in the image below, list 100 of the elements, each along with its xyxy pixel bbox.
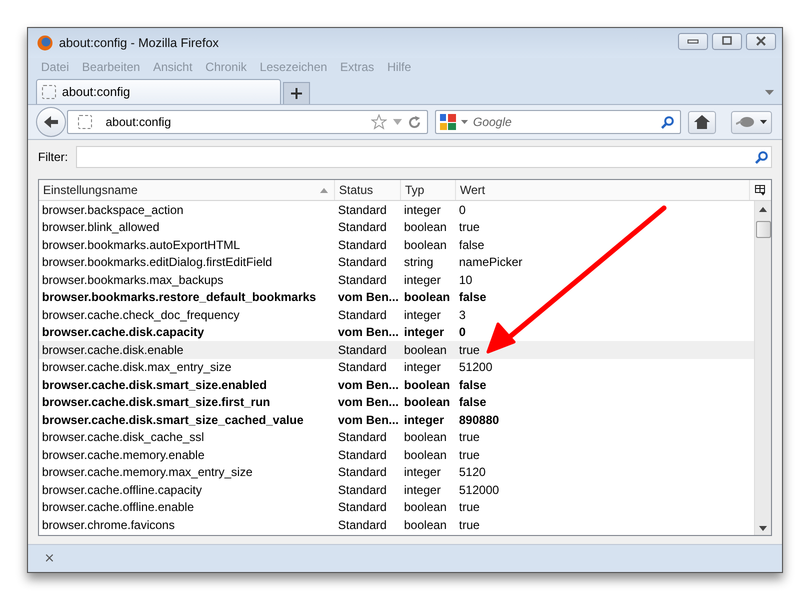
table-cell-text: true — [458, 430, 481, 444]
home-icon — [694, 115, 710, 129]
browser-tab[interactable]: about:config — [36, 79, 281, 104]
home-button[interactable] — [688, 110, 716, 134]
table-cell-text: browser.blink_allowed — [41, 220, 160, 234]
table-cell-text: integer — [403, 465, 442, 480]
maximize-button[interactable] — [712, 32, 742, 50]
table-row[interactable]: browser.cache.disk.max_entry_size Standard integer 51200 — [39, 358, 754, 376]
table-row[interactable]: browser.bookmarks.max_backups Standard integer 10 — [39, 271, 754, 288]
table-cell-text: Standard — [337, 308, 388, 322]
table-row[interactable]: browser.cache.check_doc_frequency Standard integer 3 — [39, 306, 754, 324]
minimize-icon — [687, 37, 699, 45]
table-cell-text: false — [458, 378, 488, 392]
back-arrow-icon — [42, 115, 59, 129]
table-cell-text: true — [458, 500, 481, 514]
table-cell-text: integer — [403, 482, 442, 497]
table-cell-text: browser.cache.disk.capacity — [41, 325, 206, 340]
table-cell-text: boolean — [403, 290, 452, 304]
table-cell-text: Standard — [337, 360, 388, 374]
table-cell-text: integer — [403, 360, 442, 374]
addon-button[interactable] — [731, 110, 772, 134]
table-row[interactable]: browser.blink_allowed Standard boolean true — [39, 218, 754, 236]
address-field[interactable]: about:config — [66, 110, 428, 134]
dropdown-icon[interactable] — [460, 120, 468, 124]
star-icon[interactable] — [370, 114, 387, 130]
table-cell-text: boolean — [403, 518, 448, 532]
table-cell-text: browser.bookmarks.autoExportHTML — [41, 238, 242, 252]
page-icon — [42, 85, 56, 99]
table-cell-text: browser.chrome.favicons — [41, 518, 176, 532]
filter-field[interactable] — [76, 146, 772, 168]
table-cell-text: Standard — [337, 465, 388, 480]
column-header[interactable]: Typ — [401, 180, 456, 200]
table-cell-text: boolean — [403, 220, 448, 234]
table-cell-text: true — [458, 518, 481, 532]
table-cell-text: 10 — [458, 272, 474, 287]
table-cell-text: browser.cache.disk.smart_size_cached_value — [41, 412, 304, 427]
table-cell-text: false — [458, 395, 488, 410]
table-row[interactable]: browser.bookmarks.editDialog.firstEditField Standard string namePicker — [39, 254, 754, 271]
table-cell-text: boolean — [403, 342, 448, 357]
search-field[interactable]: Google — [434, 110, 681, 134]
table-cell-text: vom Ben... — [337, 395, 400, 410]
table-cell-text: false — [458, 290, 488, 304]
search-icon[interactable] — [660, 116, 674, 128]
page-icon — [78, 115, 92, 129]
table-row[interactable]: browser.cache.memory.max_entry_size Standard integer 5120 — [39, 464, 754, 481]
table-cell-text: 512000 — [458, 482, 500, 497]
close-icon[interactable] — [746, 32, 776, 50]
plus-icon — [291, 88, 302, 99]
reload-icon[interactable] — [408, 116, 421, 128]
table-cell-text: Standard — [337, 482, 388, 497]
table-row[interactable]: browser.cache.disk.smart_size.enabled vom Ben... boolean false — [39, 376, 754, 394]
table-row[interactable]: browser.bookmarks.autoExportHTML Standard boolean false — [39, 236, 754, 254]
scroll-down-icon[interactable] — [759, 526, 767, 531]
table-row[interactable]: browser.cache.memory.enable Standard boolean true — [39, 446, 754, 464]
table-cell-text: namePicker — [458, 255, 524, 270]
dropdown-icon[interactable] — [765, 90, 774, 95]
back-button[interactable] — [36, 107, 66, 137]
table-cell-text: integer — [403, 272, 442, 287]
table-row[interactable]: browser.chrome.favicons Standard boolean true — [39, 516, 754, 534]
table-row[interactable]: browser.cache.offline.capacity Standard integer 512000 — [39, 481, 754, 498]
table-cell-text: Standard — [337, 220, 388, 234]
filter-label: Filter: — [38, 150, 68, 164]
table-cell-text: integer — [403, 412, 446, 427]
globe-icon — [37, 35, 53, 51]
table-row[interactable]: browser.bookmarks.restore_default_bookmarks vom Ben... boolean false — [39, 288, 754, 306]
table-cell-text: false — [458, 238, 486, 252]
scrollbar[interactable] — [754, 201, 771, 535]
table-cell-text: browser.cache.disk.smart_size.enabled — [41, 378, 268, 392]
table-cell-text: string — [403, 255, 434, 270]
table-cell-text: boolean — [403, 395, 452, 410]
table-cell-text: browser.cache.check_doc_frequency — [41, 308, 240, 322]
new-tab-button[interactable] — [283, 82, 310, 104]
table-row[interactable]: browser.backspace_action Standard integer 0 — [39, 201, 754, 218]
table-cell-text: Standard — [337, 238, 388, 252]
table-cell-text: browser.cache.disk.enable — [41, 342, 184, 357]
column-picker-icon[interactable] — [755, 184, 766, 196]
close-button[interactable]: × — [44, 551, 55, 566]
table-row[interactable]: browser.cache.disk.enable Standard boolean true — [39, 341, 754, 358]
scroll-up-icon[interactable] — [759, 207, 767, 212]
table-cell-text: browser.cache.disk_cache_ssl — [41, 430, 206, 444]
table-cell-text: Standard — [337, 500, 388, 514]
table-row[interactable]: browser.cache.disk_cache_ssl Standard boolean true — [39, 428, 754, 446]
table-cell-text: browser.cache.memory.max_entry_size — [41, 465, 254, 480]
table-cell-text: true — [458, 220, 481, 234]
minimize-button[interactable] — [678, 32, 708, 50]
table-cell-text: true — [458, 342, 481, 357]
table-cell-text: Standard — [337, 448, 388, 462]
table-cell-text: boolean — [403, 238, 448, 252]
scroll-thumb[interactable] — [756, 221, 770, 238]
table-row[interactable]: browser.cache.disk.smart_size.first_run vom Ben... boolean false — [39, 394, 754, 411]
table-cell-text: browser.bookmarks.editDialog.firstEditField — [41, 255, 274, 270]
column-header[interactable]: Status — [335, 180, 401, 200]
table-row[interactable]: browser.cache.offline.enable Standard boolean true — [39, 498, 754, 516]
table-cell-text: integer — [403, 325, 446, 340]
table-cell-text: browser.cache.disk.smart_size.first_run — [41, 395, 272, 410]
table-cell-text: vom Ben... — [337, 290, 400, 304]
table-row[interactable]: browser.cache.disk.capacity vom Ben... integer 0 — [39, 324, 754, 341]
column-header[interactable]: Einstellungsname — [39, 180, 335, 200]
column-header[interactable]: Wert — [456, 180, 750, 200]
table-row[interactable]: browser.cache.disk.smart_size_cached_value vom Ben... integer 890880 — [39, 411, 754, 428]
